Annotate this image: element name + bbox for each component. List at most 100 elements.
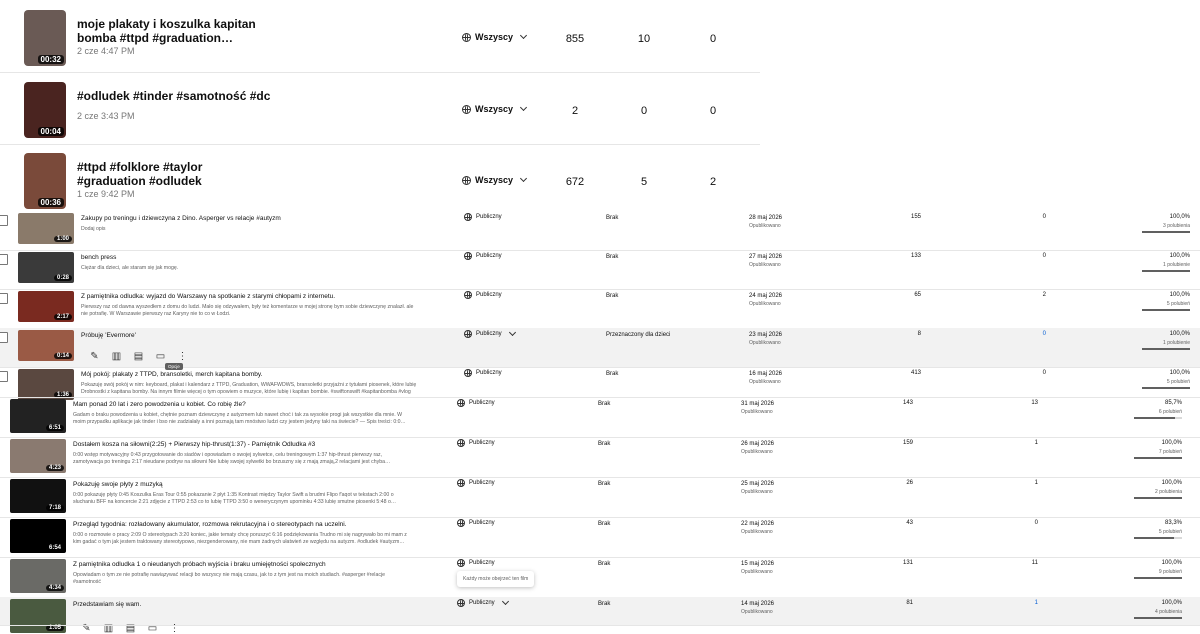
- video-thumbnail[interactable]: 00:32: [24, 10, 66, 66]
- more-options-icon[interactable]: ⋮: [177, 351, 188, 362]
- restriction-label: Przeznaczony dla dzieci: [606, 332, 671, 338]
- video-thumbnail[interactable]: 0:28: [18, 252, 74, 283]
- top-video-row[interactable]: 00:04 #odludek #tinder #samotność #dc 2 cz…: [0, 72, 760, 145]
- video-description: 0:00 o rozmowie o pracy 2:09 O stereotyp…: [73, 532, 407, 538]
- video-description: 0:00 pokazuję płyty 0:45 Koszulka Eras T…: [73, 492, 394, 498]
- video-thumbnail[interactable]: 1:00: [18, 213, 74, 244]
- studio-video-row[interactable]: 6:54 Przegląd tygodnia: rozładowany akumu…: [0, 517, 1200, 558]
- visibility-dropdown[interactable]: Publiczny: [457, 399, 495, 407]
- visibility-dropdown[interactable]: Publiczny: [464, 328, 516, 338]
- visibility-dropdown[interactable]: Publiczny: [464, 213, 502, 221]
- video-thumbnail[interactable]: 0:14: [18, 330, 74, 361]
- visibility-label: Publiczny: [469, 440, 495, 446]
- visibility-dropdown[interactable]: Publiczny: [457, 519, 495, 527]
- publish-status: Opublikowano: [749, 301, 781, 307]
- globe-icon: [464, 291, 472, 299]
- video-title[interactable]: Mam ponad 20 lat i zero powodzenia u kob…: [73, 401, 246, 408]
- video-title[interactable]: bench press: [81, 254, 116, 261]
- likes-percentage: 100,0%: [1169, 214, 1190, 220]
- visibility-dropdown[interactable]: Publiczny: [464, 252, 502, 260]
- row-checkbox[interactable]: [0, 254, 8, 265]
- video-title[interactable]: Z pamiętnika odludka: wyjazd do Warszawy…: [81, 293, 335, 300]
- globe-icon: [462, 104, 471, 114]
- visibility-dropdown[interactable]: Publiczny: [464, 369, 502, 377]
- studio-video-row[interactable]: 1:36 Mój pokój: plakaty z TTPD, bransolet…: [0, 367, 1200, 400]
- video-thumbnail[interactable]: 2:17: [18, 291, 74, 322]
- video-title-line2[interactable]: bomba #ttpd #graduation…: [77, 31, 233, 45]
- studio-video-row[interactable]: 6:51 Mam ponad 20 lat i zero powodzenia u…: [0, 397, 1200, 438]
- studio-video-row[interactable]: 7:18 Pokazuję swoje płyty z muzyką 0:00 po…: [0, 477, 1200, 518]
- visibility-dropdown[interactable]: Publiczny: [457, 597, 509, 607]
- studio-video-row[interactable]: 4:34 Z pamiętnika odludka 1 o nieudanych …: [0, 557, 1200, 598]
- comments-count: 0: [1034, 520, 1038, 526]
- video-thumbnail[interactable]: 1:05: [10, 599, 66, 633]
- visibility-dropdown[interactable]: Wszyscy: [462, 103, 528, 114]
- video-thumbnail[interactable]: 4:23: [10, 439, 66, 473]
- publish-date: 22 maj 2026: [741, 521, 775, 527]
- visibility-label: Wszyscy: [475, 32, 514, 42]
- comments-count[interactable]: 0: [1016, 331, 1046, 337]
- video-title[interactable]: Przegląd tygodnia: rozładowany akumulato…: [73, 521, 347, 528]
- restriction-label: Brak: [598, 481, 611, 487]
- video-title[interactable]: Przedstawiam się wam.: [73, 601, 141, 608]
- video-thumbnail[interactable]: 00:36: [24, 153, 66, 209]
- row-checkbox[interactable]: [0, 332, 8, 343]
- video-title[interactable]: Dostałem kosza na siłowni(2:25) + Pierws…: [73, 441, 315, 448]
- video-title-line2[interactable]: #graduation #odludek: [77, 174, 202, 188]
- likes-count: 0: [709, 33, 717, 45]
- top-video-row[interactable]: 00:36 #ttpd #folklore #taylor #graduation …: [0, 143, 760, 209]
- publish-status: Opublikowano: [749, 223, 781, 229]
- row-checkbox[interactable]: [0, 371, 8, 382]
- views-count: 855: [565, 33, 585, 45]
- likes-count-text: 1 polubienie: [1163, 262, 1190, 268]
- video-thumbnail[interactable]: 7:18: [10, 479, 66, 513]
- likes-ratio-bar: [1134, 617, 1182, 619]
- visibility-dropdown[interactable]: Publiczny: [457, 559, 495, 567]
- publish-status: Opublikowano: [741, 409, 773, 415]
- likes-count-text: 9 polubień: [1158, 569, 1182, 575]
- studio-video-row[interactable]: 1:05 Przedstawiam się wam. ✎ ▥ ▤ ▭ ⋮ Publiczny B…: [0, 597, 1200, 634]
- likes-ratio-fill: [1142, 348, 1190, 350]
- studio-video-row[interactable]: 0:28 bench press Ciężar dla dzieci, ale st…: [0, 250, 1200, 290]
- studio-video-row[interactable]: 1:00 Zakupy po treningu i dziewczyna z Di…: [0, 211, 1200, 251]
- youtube-icon[interactable]: ▭: [155, 351, 166, 362]
- pencil-icon[interactable]: ✎: [89, 351, 100, 362]
- studio-video-row[interactable]: 0:14 Próbuję 'Evermore' ✎ ▥ ▤ ▭ ⋮ Opcje Publiczn…: [0, 328, 1200, 370]
- video-title-line1[interactable]: #odludek #tinder #samotność #dc: [77, 89, 270, 103]
- comments-count: 1: [1034, 480, 1038, 486]
- visibility-dropdown[interactable]: Wszyscy: [462, 31, 528, 42]
- video-thumbnail[interactable]: 1:36: [18, 369, 74, 400]
- visibility-dropdown[interactable]: Wszyscy: [462, 174, 528, 185]
- studio-video-row[interactable]: 4:23 Dostałem kosza na siłowni(2:25) + Pi…: [0, 437, 1200, 478]
- publish-date: 31 maj 2026: [741, 401, 775, 407]
- analytics-icon[interactable]: ▥: [111, 351, 122, 362]
- comments-count[interactable]: 1: [1008, 600, 1038, 606]
- visibility-dropdown[interactable]: Publiczny: [464, 291, 502, 299]
- video-thumbnail[interactable]: 4:34: [10, 559, 66, 593]
- row-checkbox[interactable]: [0, 293, 8, 304]
- visibility-dropdown[interactable]: Publiczny: [457, 439, 495, 447]
- restriction-label: Brak: [606, 371, 619, 377]
- video-title[interactable]: Mój pokój: plakaty z TTPD, bransoletki, …: [81, 371, 262, 378]
- video-title[interactable]: Zakupy po treningu i dziewczyna z Dino. …: [81, 215, 281, 222]
- duration-badge: 6:54: [45, 545, 64, 551]
- comments-icon[interactable]: ▤: [133, 351, 144, 362]
- views-count: 26: [906, 480, 913, 486]
- video-thumbnail[interactable]: 6:51: [10, 399, 66, 433]
- video-title[interactable]: Próbuję 'Evermore': [81, 332, 136, 339]
- row-checkbox[interactable]: [0, 215, 8, 226]
- publish-status: Opublikowano: [741, 489, 773, 495]
- likes-count-text: 2 polubienia: [1155, 489, 1182, 495]
- visibility-dropdown[interactable]: Publiczny: [457, 479, 495, 487]
- studio-video-row[interactable]: 2:17 Z pamiętnika odludka: wyjazd do Wars…: [0, 289, 1200, 329]
- video-title[interactable]: Pokazuję swoje płyty z muzyką: [73, 481, 163, 488]
- video-title-line1[interactable]: #ttpd #folklore #taylor: [77, 160, 202, 174]
- visibility-label: Publiczny: [476, 331, 502, 337]
- video-thumbnail[interactable]: 00:04: [24, 82, 66, 138]
- likes-ratio-bar: [1142, 387, 1190, 389]
- top-video-row[interactable]: 00:32 moje plakaty i koszulka kapitan bomb…: [0, 0, 760, 73]
- views-count: 133: [910, 253, 921, 259]
- video-title[interactable]: Z pamiętnika odludka 1 o nieudanych prób…: [73, 561, 326, 568]
- video-title-line1[interactable]: moje plakaty i koszulka kapitan: [77, 17, 256, 31]
- video-thumbnail[interactable]: 6:54: [10, 519, 66, 553]
